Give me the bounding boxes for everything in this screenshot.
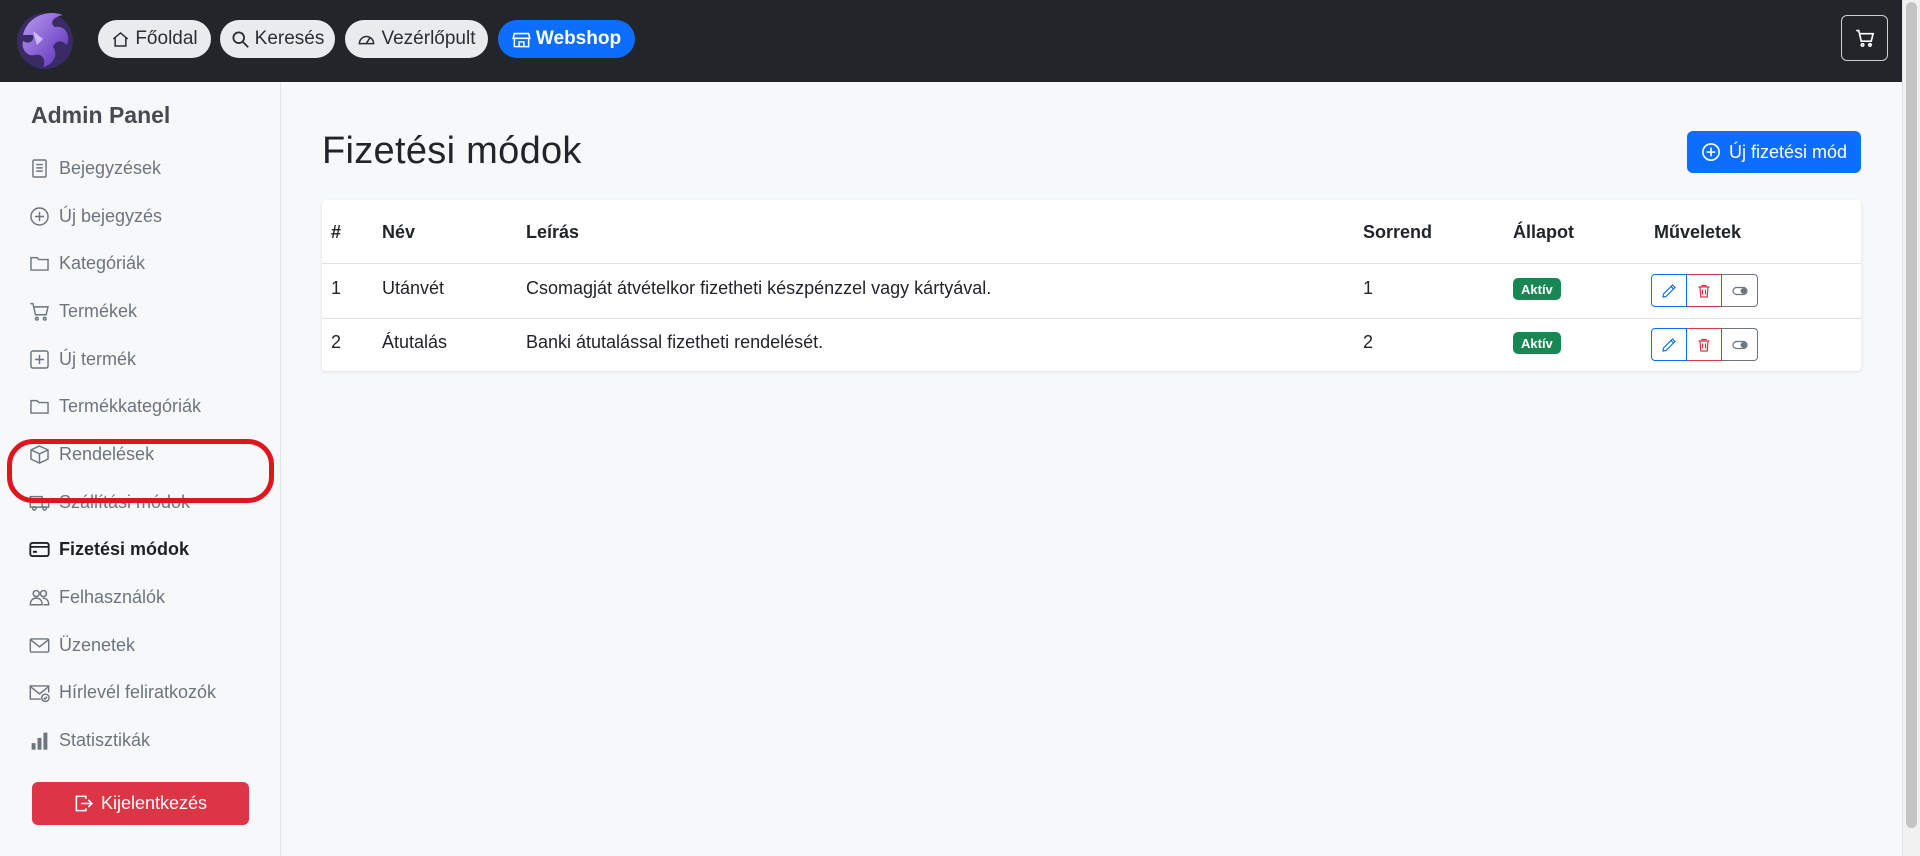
cell-name: Átutalás xyxy=(382,332,448,352)
toggle-status-button[interactable] xyxy=(1722,274,1758,307)
folder-icon xyxy=(29,253,50,274)
plus-square-icon xyxy=(29,349,50,370)
sidebar-item-label: Statisztikák xyxy=(59,729,151,750)
row-actions xyxy=(1651,328,1758,361)
sidebar-item-orders[interactable]: Rendelések xyxy=(29,439,154,469)
speedometer-icon xyxy=(357,30,376,49)
bar-chart-icon xyxy=(29,730,50,751)
sidebar-item-label: Termékek xyxy=(59,300,138,321)
vertical-scrollbar[interactable] xyxy=(1902,0,1920,856)
cell-description: Banki átutalással fizetheti rendelését. xyxy=(526,332,824,352)
logout-label: Kijelentkezés xyxy=(100,793,208,813)
envelope-check-icon xyxy=(29,682,50,703)
cell-id: 1 xyxy=(331,278,342,298)
sidebar-title: Admin Panel xyxy=(31,102,171,128)
folder-icon xyxy=(29,396,50,417)
cart-icon xyxy=(1855,28,1875,48)
column-header-actions: Műveletek xyxy=(1654,222,1742,242)
search-icon xyxy=(231,30,250,49)
column-header-name: Név xyxy=(382,222,416,242)
pencil-icon xyxy=(1661,337,1677,353)
sidebar-item-product-categories[interactable]: Termékkategóriák xyxy=(29,391,201,421)
brand-logo[interactable] xyxy=(13,5,77,73)
sidebar-item-categories[interactable]: Kategóriák xyxy=(29,248,145,278)
trash-icon xyxy=(1696,283,1712,299)
page-title: Fizetési módok xyxy=(322,130,582,172)
toggle-status-button[interactable] xyxy=(1722,328,1758,361)
admin-sidebar: Admin Panel Bejegyzések Új bejegyzés Kat… xyxy=(0,82,281,856)
cell-name: Utánvét xyxy=(382,278,445,298)
sidebar-item-label: Rendelések xyxy=(59,443,155,464)
sidebar-item-label: Bejegyzések xyxy=(59,157,162,178)
cart-icon xyxy=(29,301,50,322)
toggle-icon xyxy=(1731,337,1748,353)
credit-card-icon xyxy=(29,539,50,560)
truck-icon xyxy=(29,492,50,513)
shop-icon xyxy=(512,30,531,49)
sidebar-item-label: Termékkategóriák xyxy=(59,395,202,416)
top-navbar: Főoldal Keresés Vezérlőpult Webshop xyxy=(0,0,1902,82)
status-badge: Aktív xyxy=(1513,278,1561,300)
sidebar-item-label: Felhasználók xyxy=(59,586,166,607)
nav-webshop-label: Webshop xyxy=(535,28,622,49)
nav-webshop-button[interactable]: Webshop xyxy=(498,20,635,58)
delete-button[interactable] xyxy=(1687,274,1722,307)
sidebar-item-label: Hírlevél feliratkozók xyxy=(59,681,217,702)
sidebar-item-new-product[interactable]: Új termék xyxy=(29,344,136,374)
column-header-id: # xyxy=(331,222,342,242)
logout-button[interactable]: Kijelentkezés xyxy=(32,782,249,825)
sidebar-item-new-post[interactable]: Új bejegyzés xyxy=(29,201,162,231)
sidebar-item-label: Fizetési módok xyxy=(59,538,190,559)
nav-search-button[interactable]: Keresés xyxy=(220,20,335,58)
sidebar-item-label: Új bejegyzés xyxy=(59,205,163,226)
table-row-divider xyxy=(322,318,1861,319)
cart-button[interactable] xyxy=(1841,15,1888,61)
column-header-status: Állapot xyxy=(1513,222,1574,242)
table-header-divider xyxy=(322,263,1861,264)
cell-order: 1 xyxy=(1363,278,1374,298)
people-icon xyxy=(29,587,50,608)
box-icon xyxy=(29,444,50,465)
status-badge: Aktív xyxy=(1513,332,1561,354)
sidebar-item-products[interactable]: Termékek xyxy=(29,296,137,326)
house-icon xyxy=(111,30,130,49)
plus-circle-icon xyxy=(29,206,50,227)
sidebar-item-label: Szállítási módok xyxy=(59,491,191,512)
column-header-order: Sorrend xyxy=(1363,222,1433,242)
edit-button[interactable] xyxy=(1651,328,1687,361)
nav-search-label: Keresés xyxy=(254,28,325,49)
cell-description: Csomagját átvételkor fizetheti készpénzz… xyxy=(526,278,992,298)
sidebar-item-label: Kategóriák xyxy=(59,252,146,273)
sidebar-item-newsletter-subscribers[interactable]: Hírlevél feliratkozók xyxy=(29,677,216,707)
sidebar-item-label: Üzenetek xyxy=(59,634,136,655)
sidebar-item-payment-methods[interactable]: Fizetési módok xyxy=(29,534,189,564)
delete-button[interactable] xyxy=(1687,328,1722,361)
sidebar-item-users[interactable]: Felhasználók xyxy=(29,582,165,612)
toggle-icon xyxy=(1731,283,1748,299)
row-actions xyxy=(1651,274,1758,307)
file-text-icon xyxy=(29,158,50,179)
nav-home-button[interactable]: Főoldal xyxy=(98,20,211,58)
new-payment-method-button[interactable]: Új fizetési mód xyxy=(1687,131,1861,173)
box-arrow-right-icon xyxy=(74,794,93,813)
envelope-icon xyxy=(29,635,50,656)
sidebar-item-statistics[interactable]: Statisztikák xyxy=(29,725,150,755)
trash-icon xyxy=(1696,337,1712,353)
nav-dashboard-button[interactable]: Vezérlőpult xyxy=(345,20,488,58)
cell-order: 2 xyxy=(1363,332,1374,352)
pencil-icon xyxy=(1661,283,1677,299)
sidebar-item-shipping-methods[interactable]: Szállítási módok xyxy=(29,487,190,517)
column-header-description: Leírás xyxy=(526,222,580,242)
sidebar-item-messages[interactable]: Üzenetek xyxy=(29,630,135,660)
scrollbar-thumb[interactable] xyxy=(1906,2,1917,828)
nav-dashboard-label: Vezérlőpult xyxy=(381,28,476,49)
new-payment-method-label: Új fizetési mód xyxy=(1728,141,1848,162)
nav-home-label: Főoldal xyxy=(135,28,198,49)
plus-circle-icon xyxy=(1701,142,1721,162)
edit-button[interactable] xyxy=(1651,274,1687,307)
cell-id: 2 xyxy=(331,332,342,352)
sidebar-item-label: Új termék xyxy=(59,348,137,369)
sidebar-item-posts[interactable]: Bejegyzések xyxy=(29,153,161,183)
